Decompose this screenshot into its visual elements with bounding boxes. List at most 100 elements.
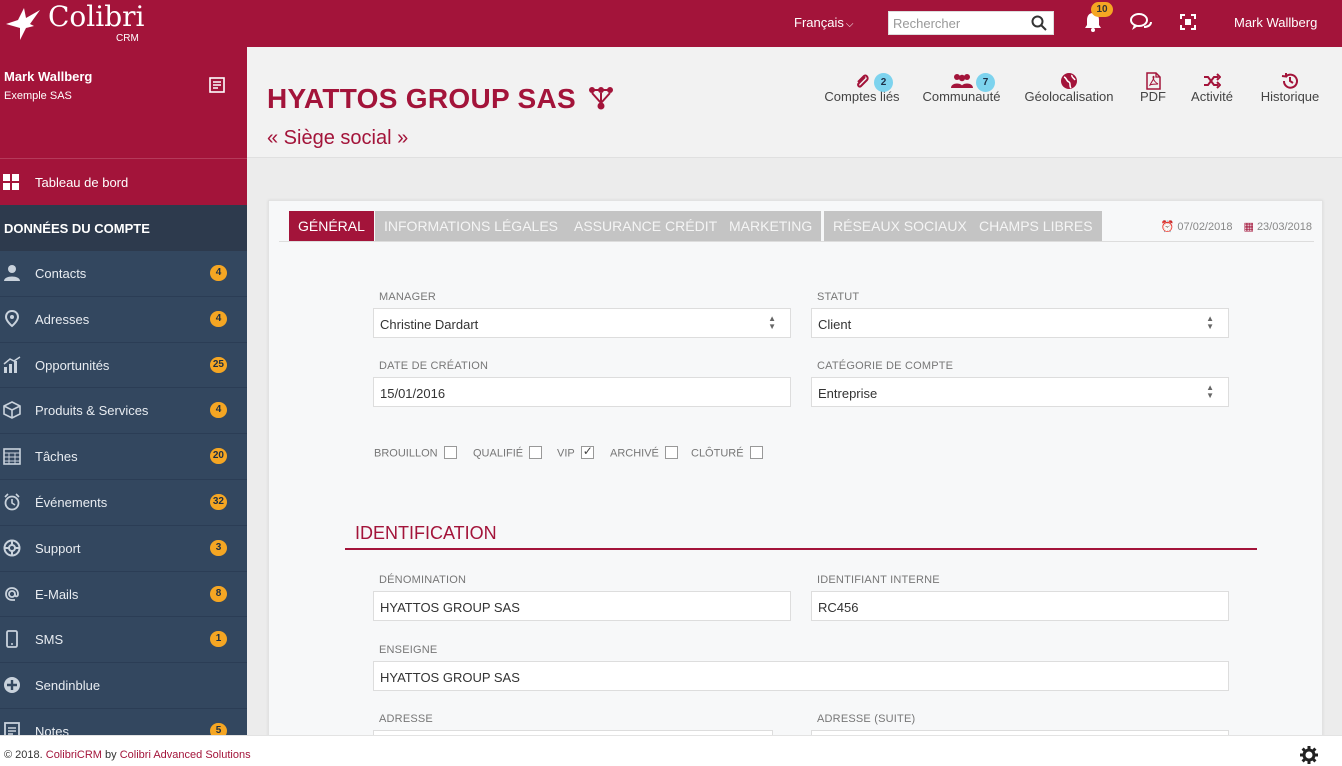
linked-accounts-button[interactable]: 2 Comptes liés	[822, 47, 902, 104]
sidebar-item-label: Tâches	[35, 449, 78, 465]
footer-company-link[interactable]: Colibri Advanced Solutions	[120, 749, 251, 761]
checkbox-brouillon[interactable]: BROUILLON	[374, 446, 457, 460]
sidebar-item-label: Support	[35, 540, 81, 556]
sidebar-user-name: Mark Wallberg	[4, 69, 93, 84]
profile-card-icon[interactable]	[209, 77, 225, 93]
footer-product-link[interactable]: ColibriCRM	[46, 749, 102, 761]
community-button[interactable]: 7 Communauté	[919, 47, 1004, 104]
sidebar-item-label: SMS	[35, 632, 64, 648]
alarm-icon	[4, 493, 20, 511]
sidebar-item-dashboard[interactable]: Tableau de bord	[0, 158, 247, 205]
tab-informations-legales[interactable]: INFORMATIONS LÉGALES	[375, 211, 567, 241]
user-menu[interactable]: Mark Wallberg	[1234, 15, 1317, 30]
search-icon[interactable]	[1031, 15, 1047, 31]
sidebar-item-produits-services[interactable]: Produits & Services 4	[0, 388, 247, 435]
search-box	[888, 11, 1054, 35]
sidebar-item-adresses[interactable]: Adresses 4	[0, 296, 247, 343]
enseigne-value: HYATTOS GROUP SAS	[380, 670, 520, 685]
chevron-down-icon: ⌵	[845, 19, 854, 30]
alarm-icon: ⏰	[1160, 221, 1175, 233]
checkbox-box[interactable]	[529, 446, 543, 459]
hierarchy-icon[interactable]	[587, 85, 615, 111]
top-bar: Colibri CRM Français⌵ 10 Mark Wallberg	[0, 0, 1342, 47]
date-creation-value: 15/01/2016	[380, 386, 446, 401]
sidebar-item-opportunites[interactable]: Opportunités 25	[0, 342, 247, 389]
tab-champs-libres[interactable]: CHAMPS LIBRES	[970, 211, 1102, 241]
identifiant-value: RC456	[818, 600, 859, 615]
sidebar-menu: Contacts 4 Adresses 4 Opportunités 25 Pr…	[0, 251, 247, 735]
statut-value: Client	[818, 317, 852, 332]
sidebar-item-label: E-Mails	[35, 586, 79, 602]
geolocation-button[interactable]: Géolocalisation	[1022, 47, 1116, 104]
categorie-select[interactable]: Entreprise ▲ ▼	[811, 377, 1229, 407]
sidebar-item-label: Produits & Services	[35, 403, 149, 419]
checkbox-archive[interactable]: ARCHIVÉ	[610, 446, 678, 460]
gear-icon[interactable]	[1300, 746, 1318, 764]
paperclip-icon	[857, 74, 869, 88]
checkbox-vip[interactable]: VIP	[557, 444, 594, 460]
sidebar-item-label: Sendinblue	[35, 678, 101, 694]
enseigne-field[interactable]: HYATTOS GROUP SAS	[373, 661, 1229, 691]
sidebar-item-sms[interactable]: SMS 1	[0, 617, 247, 664]
contacts-icon	[4, 265, 20, 281]
manager-label: MANAGER	[379, 291, 437, 303]
account-header: HYATTOS GROUP SAS « Siège social » 2 Com…	[247, 47, 1342, 158]
checkbox-cloture[interactable]: CLÔTURÉ	[691, 446, 763, 460]
sidebar-item-emails[interactable]: E-Mails 8	[0, 571, 247, 618]
checkbox-qualifie[interactable]: QUALIFIÉ	[473, 446, 543, 460]
sidebar-item-taches[interactable]: Tâches 20	[0, 434, 247, 480]
count-badge: 1	[210, 631, 227, 648]
sidebar-item-notes[interactable]: Notes 5	[0, 708, 247, 735]
logo-subtext: CRM	[116, 33, 139, 44]
section-divider	[345, 548, 1257, 550]
checkbox-box[interactable]	[580, 444, 594, 459]
logo[interactable]: Colibri CRM	[4, 0, 154, 44]
tab-divider	[279, 241, 1314, 242]
modification-date: 23/03/2018	[1256, 221, 1312, 233]
fullscreen-icon[interactable]	[1180, 14, 1196, 30]
sidebar-item-label: Opportunités	[35, 357, 110, 373]
count-badge: 4	[210, 402, 227, 419]
identifiant-field[interactable]: RC456	[811, 591, 1229, 621]
sidebar-item-label: Notes	[35, 723, 69, 735]
checkbox-box[interactable]	[749, 446, 763, 459]
sidebar-item-evenements[interactable]: Événements 32	[0, 479, 247, 526]
pdf-button[interactable]: PDF	[1135, 47, 1171, 104]
sidebar-item-sendinblue[interactable]: Sendinblue	[0, 663, 247, 709]
activity-button[interactable]: Activité	[1187, 47, 1237, 104]
checkbox-box[interactable]	[443, 446, 457, 459]
count-badge: 8	[210, 585, 227, 602]
denomination-value: HYATTOS GROUP SAS	[380, 600, 520, 615]
count-badge: 25	[209, 356, 227, 373]
checkbox-box[interactable]	[664, 446, 678, 459]
action-label: Historique	[1260, 89, 1320, 104]
search-input[interactable]	[889, 12, 1025, 34]
pdf-icon	[1145, 72, 1161, 90]
location-icon	[4, 309, 20, 328]
select-arrows-icon: ▲ ▼	[1206, 383, 1214, 400]
manager-select[interactable]: Christine Dardart ▲ ▼	[373, 308, 791, 338]
sidebar-item-label: Contacts	[35, 266, 87, 281]
footer-by: by	[101, 749, 120, 761]
sidebar-item-support[interactable]: Support 3	[0, 525, 247, 572]
language-label: Français	[794, 15, 844, 30]
tab-general[interactable]: GÉNÉRAL	[289, 211, 374, 241]
sidebar-item-label: Événements	[35, 494, 108, 510]
record-dates: ⏰ 07/02/2018 ▦ 23/03/2018	[1153, 220, 1312, 233]
count-badge: 20	[209, 448, 227, 465]
date-creation-field[interactable]: 15/01/2016	[373, 377, 791, 407]
tab-reseaux-sociaux[interactable]: RÉSEAUX SOCIAUX	[824, 211, 976, 241]
tab-assurance-credit[interactable]: ASSURANCE CRÉDIT	[565, 211, 727, 241]
categorie-value: Entreprise	[818, 386, 878, 401]
sidebar-item-contacts[interactable]: Contacts 4	[0, 251, 247, 297]
action-label: Communauté	[922, 89, 1001, 104]
chat-icon[interactable]	[1130, 12, 1152, 32]
tab-marketing[interactable]: MARKETING	[720, 211, 822, 241]
statut-label: STATUT	[817, 291, 860, 303]
globe-icon	[1061, 73, 1077, 89]
denomination-field[interactable]: HYATTOS GROUP SAS	[373, 591, 791, 621]
history-button[interactable]: Historique	[1257, 47, 1323, 104]
language-selector[interactable]: Français ⌵	[794, 15, 853, 30]
statut-select[interactable]: Client ▲ ▼	[811, 308, 1229, 338]
checkbox-label: ARCHIVÉ	[610, 447, 659, 460]
